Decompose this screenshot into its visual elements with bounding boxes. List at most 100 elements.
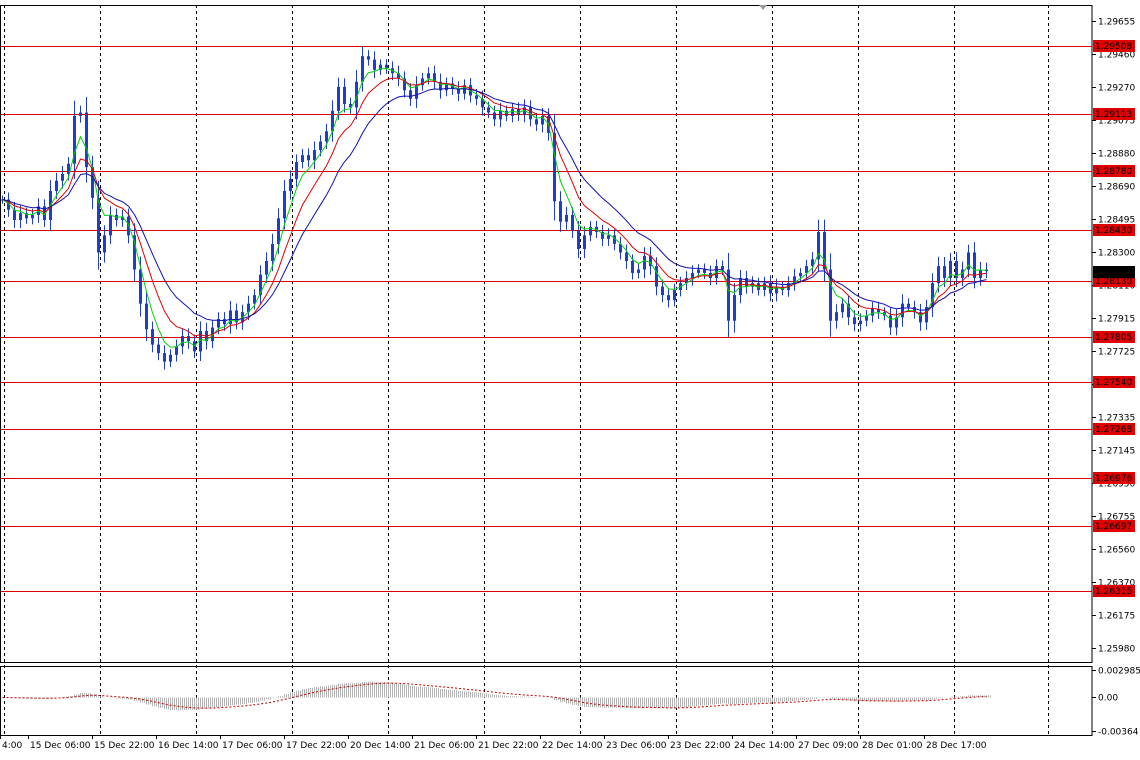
price-bar-body bbox=[85, 112, 88, 168]
time-tick-label: 27 Dec 09:00 bbox=[798, 741, 859, 751]
price-bar-body bbox=[97, 197, 100, 253]
chart-background bbox=[0, 0, 1140, 756]
price-tick-label: 1.27915 bbox=[1098, 315, 1135, 325]
time-tick-label: 17 Dec 22:00 bbox=[286, 741, 347, 751]
price-bar-body bbox=[565, 214, 568, 222]
level-price-label: 1.27540 bbox=[1095, 378, 1132, 388]
price-bar-body bbox=[901, 303, 904, 318]
price-chart[interactable]: 1.29655 1.29460 1.29270 1.29075 1.28880 1.286… bbox=[0, 0, 1140, 756]
price-bar-body bbox=[385, 64, 388, 69]
price-bar-body bbox=[265, 260, 268, 275]
price-bar-body bbox=[607, 235, 610, 239]
price-bar-body bbox=[643, 255, 646, 270]
price-bar-body bbox=[151, 329, 154, 345]
price-bar-body bbox=[973, 252, 976, 279]
level-price-label: 1.26976 bbox=[1095, 474, 1132, 484]
price-bar-body bbox=[907, 303, 910, 308]
current-price-label: 1.28187 bbox=[1095, 268, 1132, 278]
price-bar-body bbox=[733, 295, 736, 321]
price-tick-label: 1.26560 bbox=[1098, 546, 1135, 556]
price-bar-body bbox=[943, 266, 946, 279]
level-price-label: 1.27805 bbox=[1095, 333, 1132, 343]
price-bar-body bbox=[295, 161, 298, 180]
price-bar-body bbox=[409, 90, 412, 99]
price-tick-label: 1.29655 bbox=[1098, 18, 1135, 28]
price-bar-body bbox=[535, 119, 538, 125]
price-bar-body bbox=[223, 318, 226, 325]
oscillator-tick-label: 0.002985 bbox=[1098, 667, 1140, 677]
time-tick-label: 4:00 bbox=[2, 741, 22, 751]
price-bar-body bbox=[691, 272, 694, 279]
time-tick-label: 28 Dec 01:00 bbox=[862, 741, 923, 751]
time-tick-label: 23 Dec 06:00 bbox=[606, 741, 667, 751]
price-bar-body bbox=[805, 266, 808, 273]
level-price-label: 1.29508 bbox=[1095, 42, 1132, 52]
time-tick-label: 21 Dec 22:00 bbox=[478, 741, 539, 751]
level-price-label: 1.27268 bbox=[1095, 425, 1132, 435]
price-bar-body bbox=[307, 155, 310, 161]
price-bar-body bbox=[61, 173, 64, 181]
level-price-label: 1.26697 bbox=[1095, 522, 1132, 532]
price-bar-body bbox=[169, 354, 172, 362]
price-bar-body bbox=[103, 235, 106, 253]
price-bar-body bbox=[553, 132, 556, 202]
chart-canvas[interactable]: 1.296551.294601.292701.290751.288801.286… bbox=[0, 0, 1140, 756]
price-bar-body bbox=[19, 213, 22, 221]
price-bar-body bbox=[889, 315, 892, 328]
time-tick-label: 22 Dec 14:00 bbox=[542, 741, 603, 751]
price-tick-label: 1.28300 bbox=[1098, 249, 1135, 259]
price-bar-body bbox=[427, 73, 430, 79]
level-price-label: 1.28430 bbox=[1095, 226, 1132, 236]
time-tick-label: 20 Dec 14:00 bbox=[350, 741, 411, 751]
price-bar-body bbox=[625, 252, 628, 261]
price-bar-body bbox=[157, 344, 160, 354]
price-bar-body bbox=[301, 155, 304, 162]
price-tick-label: 1.28880 bbox=[1098, 150, 1135, 160]
price-bar-body bbox=[175, 346, 178, 355]
level-price-label: 1.28780 bbox=[1095, 167, 1132, 177]
price-bar-body bbox=[655, 266, 658, 287]
price-tick-label: 1.26175 bbox=[1098, 612, 1135, 622]
price-bar-body bbox=[277, 218, 280, 244]
price-bar-body bbox=[835, 312, 838, 321]
price-bar-body bbox=[937, 266, 940, 284]
price-bar-body bbox=[487, 107, 490, 113]
price-bar-body bbox=[841, 303, 844, 313]
price-bar-body bbox=[499, 110, 502, 120]
level-price-label: 1.28130 bbox=[1095, 277, 1132, 287]
price-bar-body bbox=[799, 272, 802, 277]
price-bar-body bbox=[853, 317, 856, 325]
price-bar-body bbox=[871, 308, 874, 316]
price-tick-label: 1.27335 bbox=[1098, 414, 1135, 424]
price-bar-body bbox=[511, 109, 514, 116]
price-bar-body bbox=[667, 295, 670, 301]
price-bar-body bbox=[181, 336, 184, 347]
price-bar-body bbox=[361, 56, 364, 82]
price-bar-body bbox=[475, 95, 478, 99]
price-bar-body bbox=[79, 112, 82, 116]
price-tick-label: 1.27725 bbox=[1098, 348, 1135, 358]
price-bar-body bbox=[163, 353, 166, 362]
time-tick-label: 24 Dec 14:00 bbox=[734, 741, 795, 751]
price-bar-body bbox=[859, 320, 862, 325]
price-bar-body bbox=[631, 260, 634, 273]
price-bar-body bbox=[577, 230, 580, 250]
price-bar-body bbox=[31, 214, 34, 219]
price-bar-body bbox=[673, 289, 676, 301]
price-tick-label: 1.25980 bbox=[1098, 645, 1135, 655]
price-bar-body bbox=[109, 214, 112, 236]
time-tick-label: 16 Dec 14:00 bbox=[158, 741, 219, 751]
price-bar-body bbox=[337, 86, 340, 111]
price-tick-label: 1.28690 bbox=[1098, 183, 1135, 193]
price-bar-body bbox=[505, 110, 508, 116]
price-tick-label: 1.27145 bbox=[1098, 447, 1135, 457]
price-bar-body bbox=[373, 59, 376, 70]
time-tick-label: 17 Dec 06:00 bbox=[222, 741, 283, 751]
price-bar-body bbox=[637, 269, 640, 273]
price-bar-body bbox=[13, 209, 16, 221]
price-bar-body bbox=[703, 269, 706, 273]
price-bar-body bbox=[661, 286, 664, 296]
price-bar-body bbox=[559, 201, 562, 222]
time-tick-label: 15 Dec 06:00 bbox=[30, 741, 91, 751]
oscillator-tick-label: 0.00 bbox=[1098, 694, 1118, 704]
